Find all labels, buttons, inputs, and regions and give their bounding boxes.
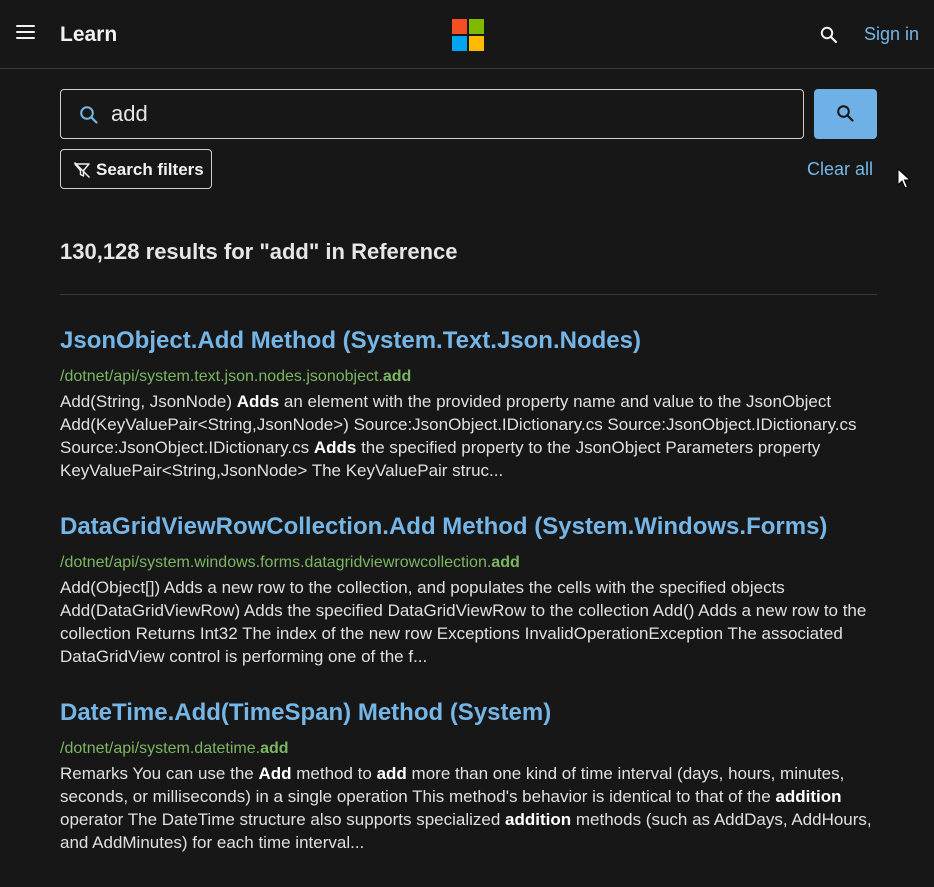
sign-in-link[interactable]: Sign in [864,24,919,45]
result-url-highlight: add [491,554,520,571]
result-url[interactable]: /dotnet/api/system.windows.forms.datagri… [60,554,877,572]
logo-square-yellow [469,36,484,51]
result-url-highlight: add [260,740,289,757]
description-text: Add(Object[]) Adds a new row to the coll… [60,578,867,666]
search-filters-label: Search filters [96,160,204,179]
highlight-term: add [376,764,407,783]
description-text: Add(String, JsonNode) [60,392,237,411]
result-title-link[interactable]: DateTime.Add(TimeSpan) Method (System) [60,699,877,727]
description-text: operator The DateTime structure also sup… [60,810,506,829]
result-description: Add(Object[]) Adds a new row to the coll… [60,576,877,668]
result-url-prefix: /dotnet/api/system.datetime. [60,740,261,757]
hamburger-menu-icon[interactable] [16,25,35,41]
result-description: Remarks You can use the Add method to ad… [60,762,877,854]
highlight-term: Add [258,764,292,783]
result-description: Add(String, JsonNode) Adds an element wi… [60,390,877,482]
result-url-highlight: add [382,368,412,385]
search-input[interactable] [111,98,791,130]
search-result: DateTime.Add(TimeSpan) Method (System) /… [60,699,877,854]
result-url-prefix: /dotnet/api/system.windows.forms.datagri… [60,554,492,571]
top-nav-bar: Learn Sign in [0,0,934,69]
filter-icon [74,162,90,178]
search-field[interactable] [60,89,804,139]
description-text: Remarks You can use the [60,764,259,783]
logo-square-blue [452,36,467,51]
result-url[interactable]: /dotnet/api/system.text.json.nodes.jsono… [60,368,877,386]
learn-brand-link[interactable]: Learn [60,23,117,47]
result-title-link[interactable]: DataGridViewRowCollection.Add Method (Sy… [60,513,877,541]
search-submit-button[interactable] [814,89,877,139]
search-icon[interactable] [820,26,838,44]
results-count-heading: 130,128 results for "add" in Reference [60,239,458,264]
logo-square-red [452,19,467,34]
logo-square-green [469,19,484,34]
results-divider [60,294,877,295]
clear-all-link[interactable]: Clear all [807,159,873,180]
result-url[interactable]: /dotnet/api/system.datetime.add [60,740,877,758]
search-icon [837,105,854,122]
search-filters-button[interactable]: Search filters [60,149,212,189]
highlight-term: addition [505,810,572,829]
highlight-term: addition [775,787,842,806]
highlight-term: Adds [236,392,280,411]
search-result: DataGridViewRowCollection.Add Method (Sy… [60,513,877,668]
search-icon [80,106,98,124]
search-result: JsonObject.Add Method (System.Text.Json.… [60,327,877,482]
description-text: method to [291,764,377,783]
microsoft-logo[interactable] [452,19,484,51]
mouse-pointer-icon [897,168,911,189]
result-url-prefix: /dotnet/api/system.text.json.nodes.jsono… [60,368,383,385]
highlight-term: Adds [313,438,357,457]
result-title-link[interactable]: JsonObject.Add Method (System.Text.Json.… [60,327,877,355]
